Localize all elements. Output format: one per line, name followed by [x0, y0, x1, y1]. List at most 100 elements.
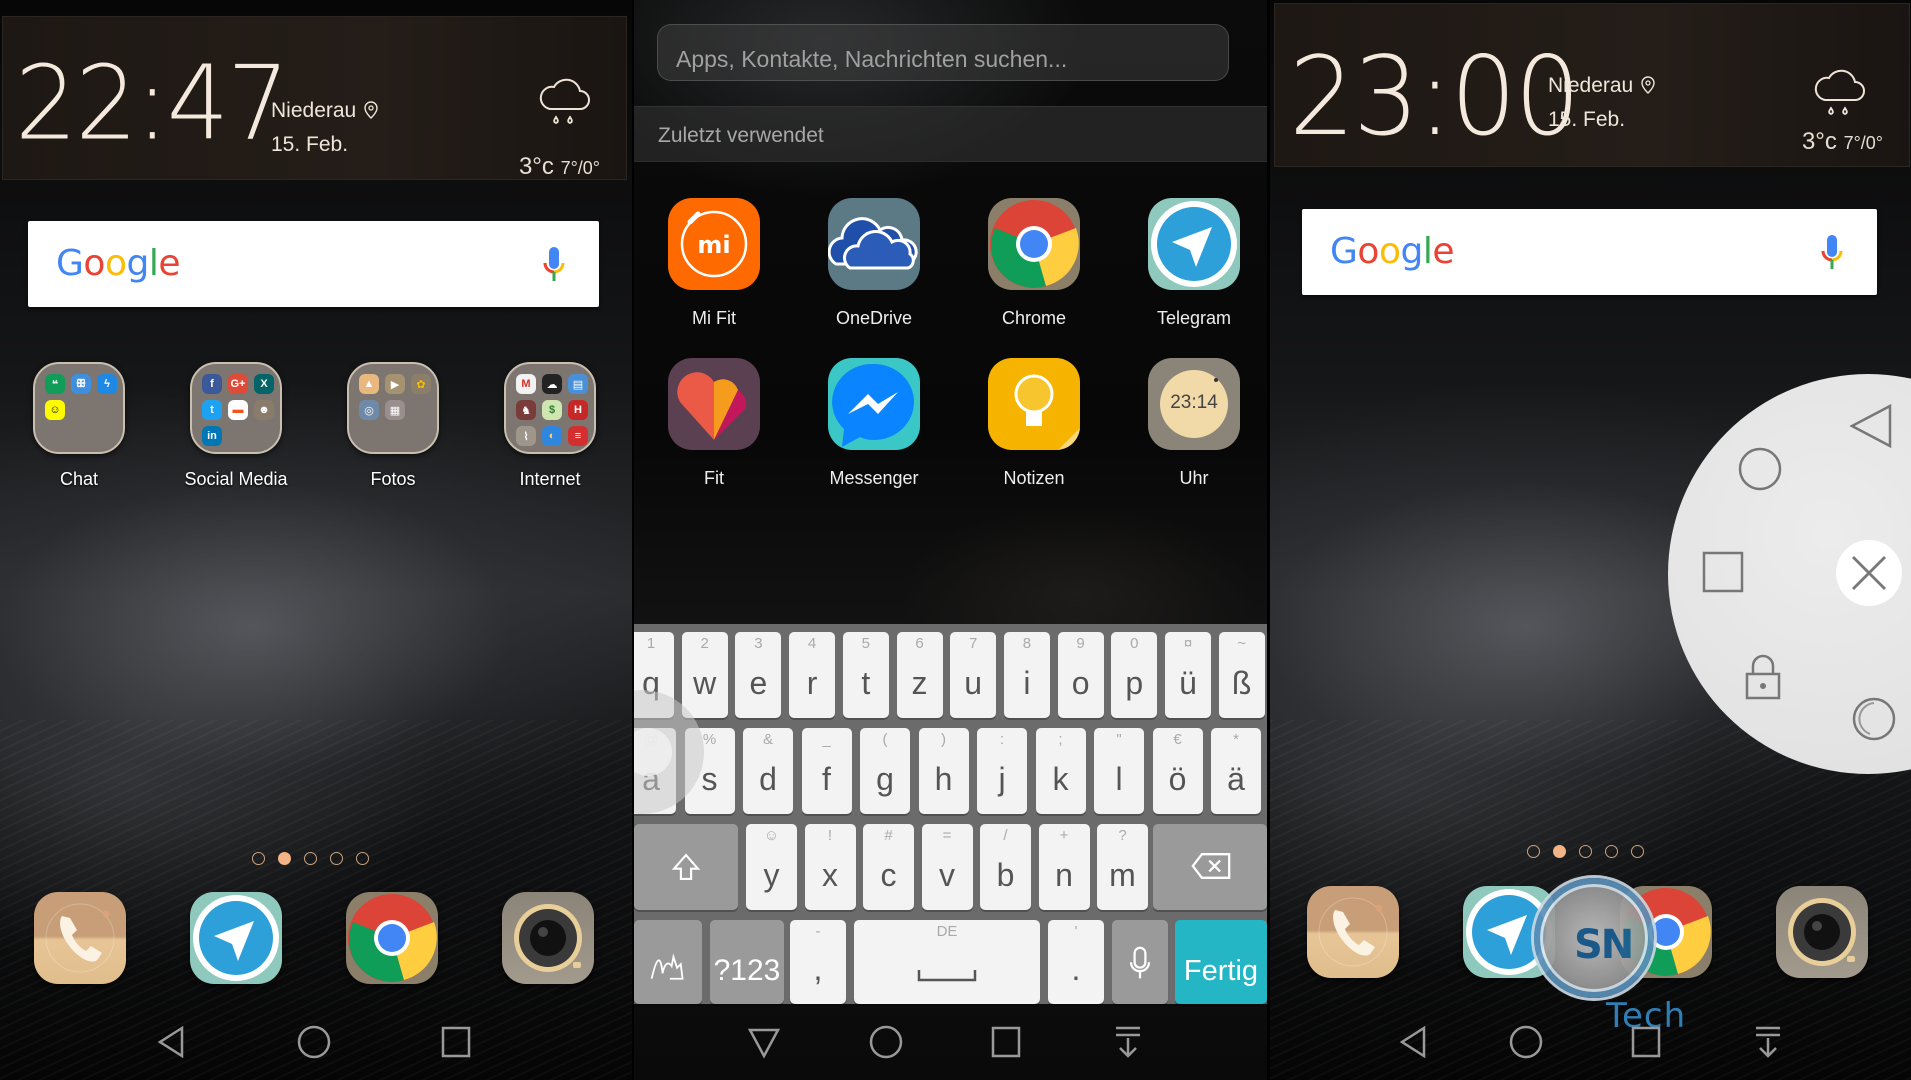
- home-icon[interactable]: [294, 1022, 334, 1062]
- page-dot-active[interactable]: [1553, 845, 1566, 858]
- key-u[interactable]: 7u: [950, 632, 997, 718]
- key-ö[interactable]: € ö: [1152, 728, 1203, 814]
- space-key[interactable]: DE: [854, 920, 1040, 1004]
- app-messenger[interactable]: Messenger: [819, 358, 929, 489]
- google-search-bar[interactable]: Google: [28, 221, 599, 307]
- home-icon[interactable]: [1734, 443, 1786, 495]
- recents-icon[interactable]: [1698, 547, 1750, 599]
- page-dot[interactable]: [1579, 845, 1592, 858]
- dock-phone[interactable]: [1307, 886, 1399, 978]
- key-b[interactable]: / b: [980, 824, 1031, 910]
- app-uhr[interactable]: 23:14 Uhr: [1139, 358, 1249, 489]
- app-fit[interactable]: Fit: [659, 358, 769, 489]
- folder-icon: ❝ ꕥ ϟ ☺: [33, 362, 125, 454]
- key-k[interactable]: ; k: [1035, 728, 1086, 814]
- clock-weather-widget[interactable]: 22:47 Niederau 15. Feb. 3°c 7°/0°: [2, 16, 627, 180]
- app-notizen[interactable]: Notizen: [979, 358, 1089, 489]
- home-icon[interactable]: [866, 1022, 906, 1062]
- dock-chrome[interactable]: [346, 892, 438, 984]
- page-dot[interactable]: [330, 852, 343, 865]
- app-label: Mi Fit: [692, 308, 736, 328]
- key-ä[interactable]: * ä: [1211, 728, 1261, 814]
- symbols-key[interactable]: ?123: [710, 920, 784, 1004]
- screen-capture-icon[interactable]: [1848, 693, 1900, 745]
- recents-icon[interactable]: [986, 1022, 1026, 1062]
- page-dot[interactable]: [1605, 845, 1618, 858]
- sheets-icon: $: [542, 400, 562, 420]
- key-p[interactable]: 0p: [1111, 632, 1158, 718]
- page-dot[interactable]: [356, 852, 369, 865]
- clock-weather-widget[interactable]: 23:00 Niederau 15. Feb. 3°c 7°/0°: [1274, 3, 1910, 167]
- key-hint: ☺: [763, 827, 780, 844]
- google-search-bar[interactable]: Google: [1302, 209, 1877, 295]
- dock-camera[interactable]: [1776, 886, 1868, 978]
- done-key[interactable]: Fertig: [1175, 920, 1267, 1004]
- microphone-icon[interactable]: [1821, 233, 1843, 273]
- key-hint: -: [815, 923, 821, 940]
- key-h[interactable]: ) h: [918, 728, 969, 814]
- page-dot[interactable]: [304, 852, 317, 865]
- key-l[interactable]: " l: [1094, 728, 1144, 814]
- page-dot[interactable]: [252, 852, 265, 865]
- backspace-icon: [1191, 853, 1231, 879]
- search-input[interactable]: [657, 24, 1229, 81]
- app-chrome[interactable]: Chrome: [979, 198, 1089, 329]
- key-e[interactable]: 3e: [735, 632, 782, 718]
- notification-pulldown-icon[interactable]: [1108, 1022, 1148, 1062]
- page-dot-active[interactable]: [278, 852, 291, 865]
- home-icon[interactable]: [1506, 1022, 1546, 1062]
- key-z[interactable]: 6z: [896, 632, 943, 718]
- dock-phone[interactable]: [34, 892, 126, 984]
- key-j[interactable]: :j: [977, 728, 1027, 814]
- key-r[interactable]: 4r: [789, 632, 836, 718]
- app-mi-fit[interactable]: mi Mi Fit: [659, 198, 769, 329]
- folder-social-media[interactable]: f G+ X t ▬ ☻ in Social Media: [184, 362, 288, 490]
- gmail-icon: M: [516, 374, 536, 394]
- key-v[interactable]: = v: [921, 824, 973, 910]
- app-onedrive[interactable]: OneDrive: [819, 198, 929, 329]
- dock-telegram[interactable]: [190, 892, 282, 984]
- close-icon[interactable]: [1843, 547, 1895, 599]
- page-dot[interactable]: [1631, 845, 1644, 858]
- key-c[interactable]: # c: [863, 824, 914, 910]
- messenger-icon: [828, 358, 920, 450]
- back-icon[interactable]: [1844, 400, 1896, 452]
- hide-keyboard-icon[interactable]: [744, 1022, 784, 1062]
- back-icon[interactable]: [1394, 1022, 1434, 1062]
- key-hint: DE: [936, 923, 958, 940]
- recents-icon[interactable]: [436, 1022, 476, 1062]
- back-icon[interactable]: [152, 1022, 192, 1062]
- app-telegram[interactable]: Telegram: [1139, 198, 1249, 329]
- handwriting-key[interactable]: [634, 920, 702, 1004]
- folder-fotos[interactable]: ▲ ▶ ✿ ◎ ▦ Fotos: [347, 362, 439, 490]
- folder-internet[interactable]: M ☁ ▤ ♞ $ H ⌇ ◐ ≡ Internet: [504, 362, 596, 490]
- key-f[interactable]: _ f: [801, 728, 852, 814]
- backspace-key[interactable]: [1153, 824, 1267, 910]
- clock-face-time: 23:14: [1170, 392, 1218, 413]
- key-m[interactable]: ? m: [1097, 824, 1148, 910]
- key-w[interactable]: 2w: [681, 632, 728, 718]
- key-d[interactable]: & d: [743, 728, 793, 814]
- key-g[interactable]: (g: [860, 728, 910, 814]
- recents-icon[interactable]: [1626, 1022, 1666, 1062]
- dock-camera[interactable]: [502, 892, 594, 984]
- app-label: OneDrive: [835, 308, 913, 328]
- key-ß[interactable]: ~ ß: [1218, 632, 1265, 718]
- lock-icon[interactable]: [1737, 650, 1789, 702]
- voice-input-key[interactable]: [1112, 920, 1168, 1004]
- key-i[interactable]: 8i: [1003, 632, 1050, 718]
- microphone-icon[interactable]: [543, 245, 565, 285]
- page-dot[interactable]: [1527, 845, 1540, 858]
- period-key[interactable]: '.: [1048, 920, 1104, 1004]
- comma-key[interactable]: -,: [790, 920, 846, 1004]
- folder-chat[interactable]: ❝ ꕥ ϟ ☺ Chat: [33, 362, 125, 490]
- key-y[interactable]: ☺ y: [746, 824, 797, 910]
- key-n[interactable]: + n: [1038, 824, 1090, 910]
- key-x[interactable]: ! x: [804, 824, 856, 910]
- shift-key[interactable]: [634, 824, 738, 910]
- notification-pulldown-icon[interactable]: [1748, 1022, 1788, 1062]
- key-o[interactable]: 9o: [1057, 632, 1104, 718]
- key-ü[interactable]: ¤ ü: [1165, 632, 1211, 718]
- handwriting-icon: [650, 953, 684, 980]
- key-t[interactable]: 5t: [842, 632, 889, 718]
